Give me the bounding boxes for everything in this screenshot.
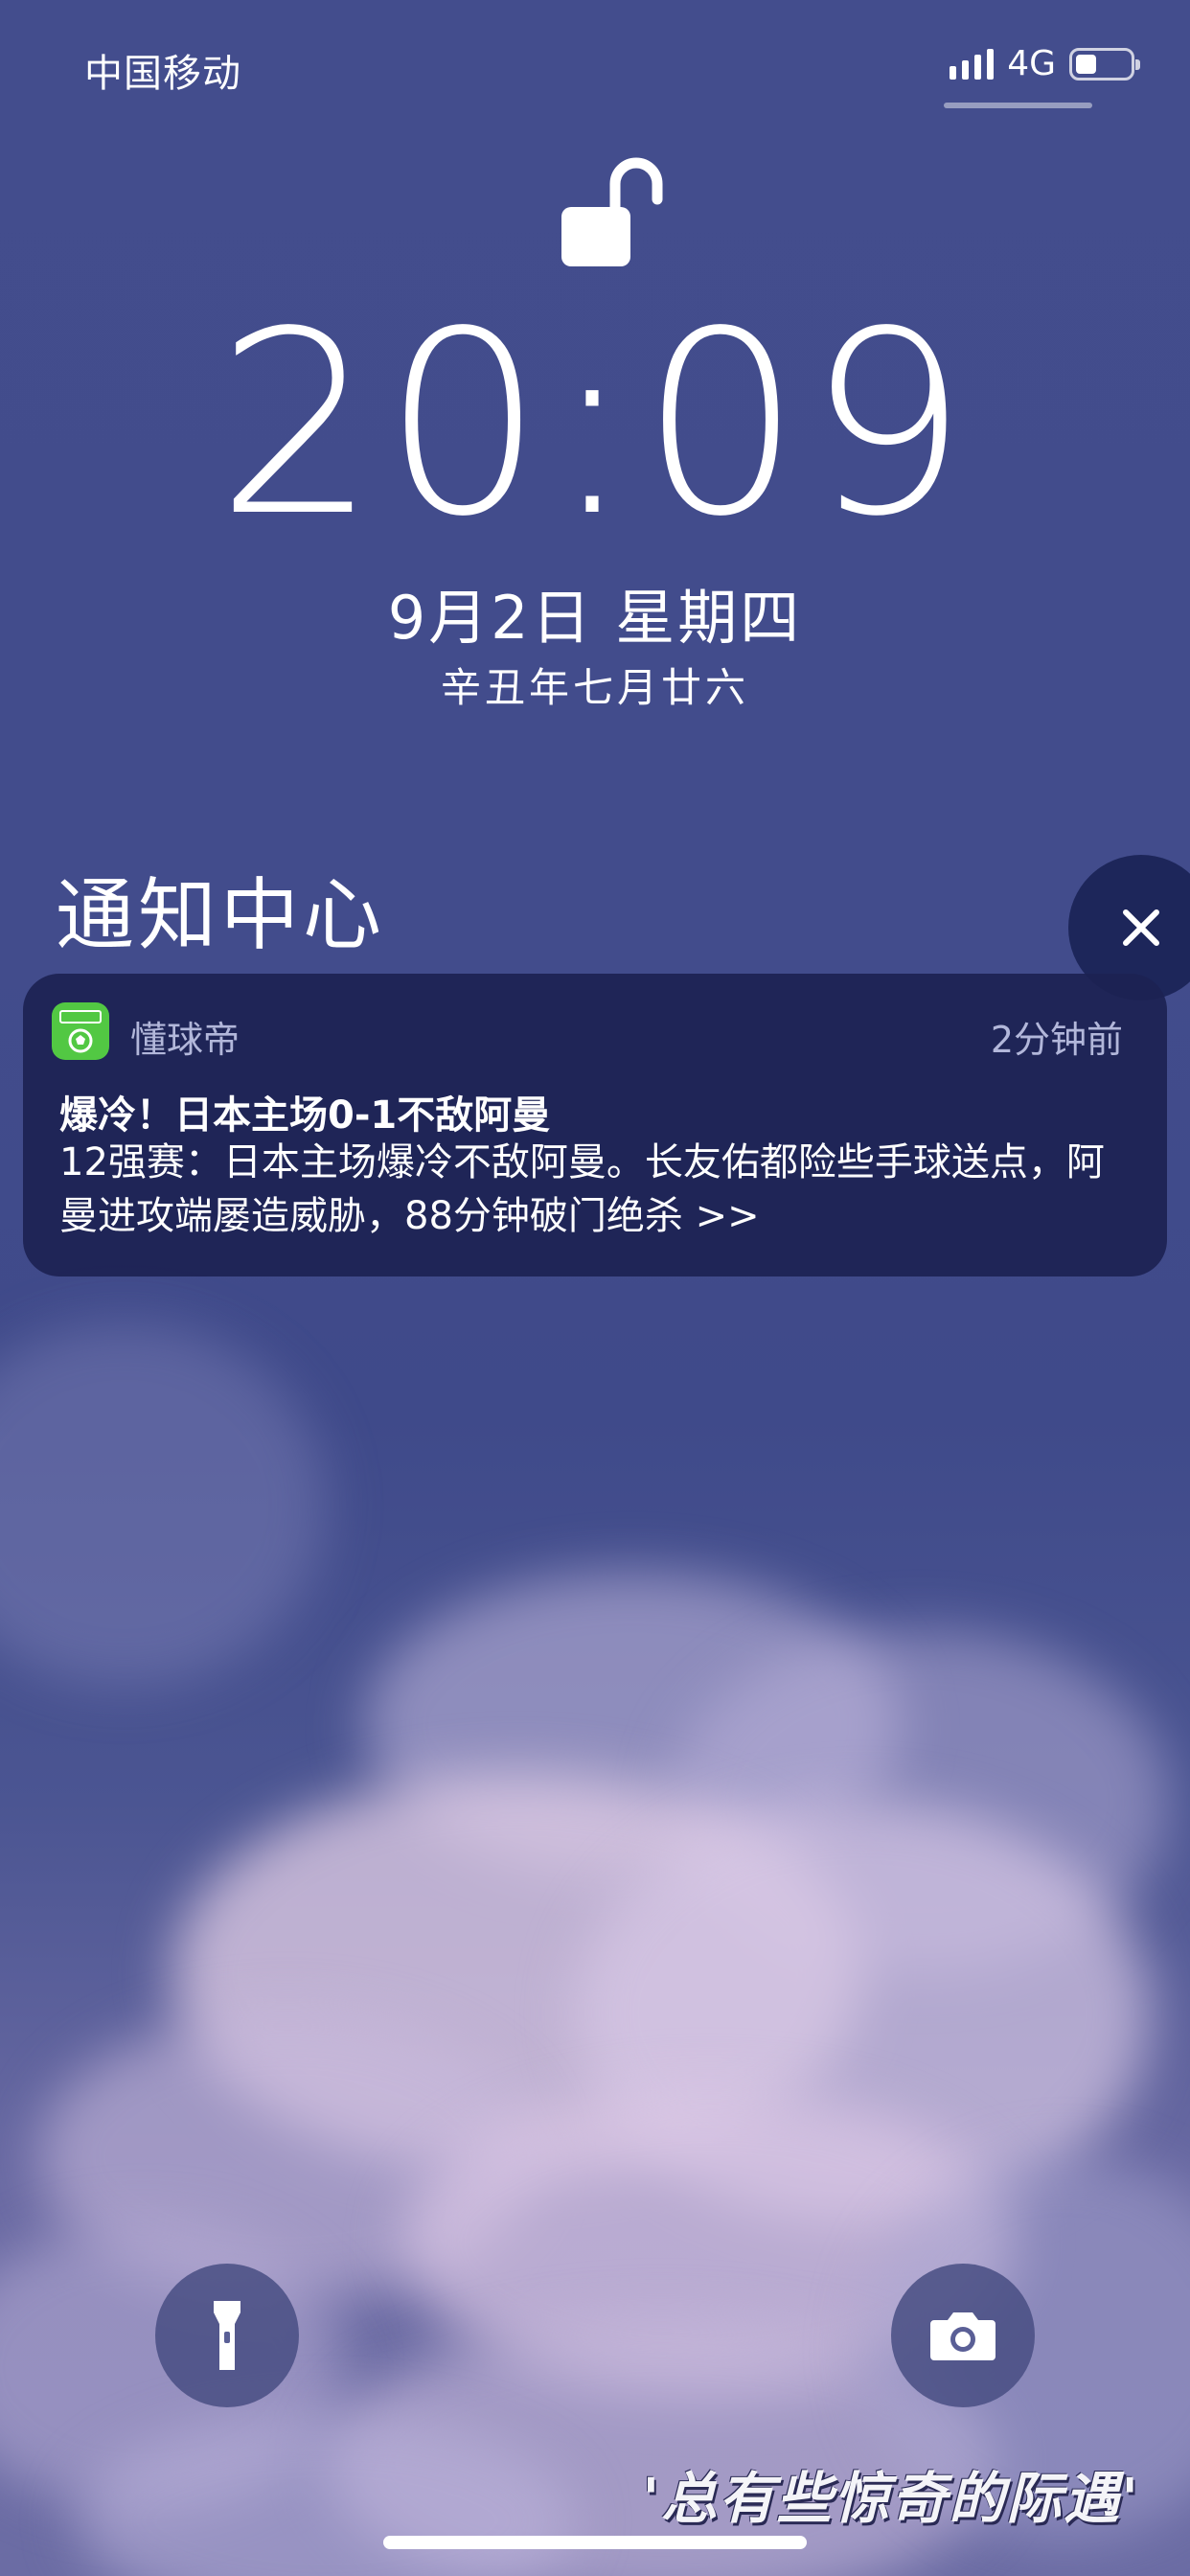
flashlight-icon	[214, 2301, 240, 2370]
notification-app-name: 懂球帝	[130, 1019, 240, 1061]
carrier-label: 中国移动	[84, 52, 241, 96]
wallpaper-caption: '总有些惊奇的际遇'	[642, 2466, 1140, 2531]
network-type-label: 4G	[1007, 44, 1056, 83]
notification-timestamp: 2分钟前	[990, 1019, 1123, 1061]
lock-screen-date: 9月2日 星期四	[387, 583, 803, 653]
camera-button[interactable]	[891, 2264, 1035, 2407]
cellular-signal-icon	[950, 48, 995, 80]
home-indicator[interactable]	[383, 2536, 807, 2549]
notification-center-title: 通知中心	[56, 870, 386, 961]
notification-title: 爆冷！日本主场0-1不敌阿曼	[59, 1093, 551, 1138]
control-center-indicator[interactable]	[944, 103, 1092, 108]
lunar-date: 辛丑年七月廿六	[440, 664, 749, 711]
lock-screen-clock: 20:09	[216, 278, 974, 572]
status-bar: 中国移动 4G	[0, 0, 1190, 134]
dongqiudi-app-icon	[52, 1002, 109, 1060]
unlocked-padlock-icon	[556, 151, 676, 270]
flashlight-button[interactable]	[155, 2264, 299, 2407]
battery-icon	[1069, 47, 1140, 80]
notification-body: 12强赛：日本主场爆冷不敌阿曼。长友佑都险些手球送点，阿曼进攻端屡造威胁，88分…	[59, 1140, 1105, 1238]
notification-card[interactable]: 懂球帝 2分钟前 爆冷！日本主场0-1不敌阿曼 12强赛：日本主场爆冷不敌阿曼。…	[23, 974, 1167, 1276]
close-icon	[1123, 909, 1159, 946]
camera-icon	[930, 2312, 995, 2360]
